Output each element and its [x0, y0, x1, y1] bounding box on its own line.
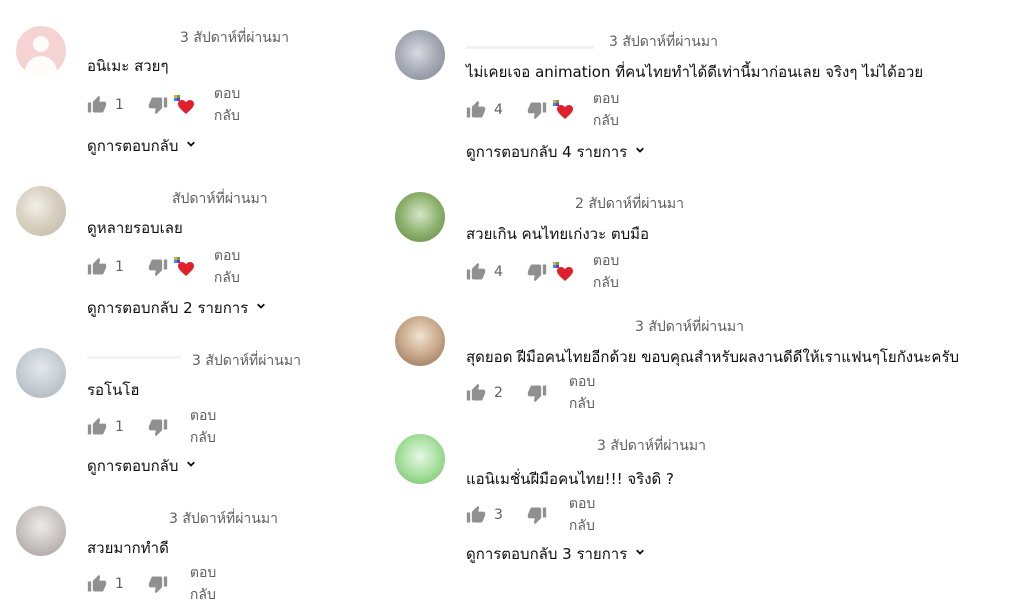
- comment-text: แอนิเมชั่นฝีมือคนไทย!!! จริงดิ ?: [466, 470, 675, 488]
- chevron-down-icon: [633, 143, 647, 161]
- reply-button[interactable]: ตอบกลับ: [569, 493, 595, 537]
- comment-actions: 2 ตอบกลับ: [466, 374, 595, 412]
- comment-text: สวยมากทำดี: [87, 539, 169, 557]
- chevron-down-icon: [184, 137, 198, 155]
- comment-actions: 4 ตอบกลับ: [466, 91, 619, 129]
- comment-timestamp[interactable]: 3 สัปดาห์ที่ผ่านมา: [609, 31, 718, 53]
- view-replies-button[interactable]: ดูการตอบกลับ 3 รายการ: [466, 542, 647, 566]
- comment-actions: 1 ตอบกลับ: [87, 408, 216, 446]
- view-replies-button[interactable]: ดูการตอบกลับ 2 รายการ: [87, 296, 268, 320]
- redacted-username: [466, 46, 594, 49]
- comment-text: ดูหลายรอบเลย: [87, 219, 183, 237]
- reply-button[interactable]: ตอบกลับ: [190, 562, 216, 606]
- view-replies-label: ดูการตอบกลับ: [87, 137, 179, 155]
- reply-button[interactable]: ตอบกลับ: [214, 245, 240, 289]
- avatar[interactable]: [395, 434, 445, 484]
- thumbs-up-icon[interactable]: [466, 383, 486, 403]
- comment-text: ไม่เคยเจอ animation ที่คนไทยทำได้ดีเท่าน…: [466, 63, 924, 81]
- thumbs-up-icon[interactable]: [466, 262, 486, 282]
- thumbs-up-icon[interactable]: [87, 417, 107, 437]
- view-replies-label: ดูการตอบกลับ 3 รายการ: [466, 545, 628, 563]
- thumbs-down-icon[interactable]: [148, 574, 168, 594]
- thumbs-down-icon[interactable]: [527, 262, 547, 282]
- view-replies-label: ดูการตอบกลับ: [87, 457, 179, 475]
- like-count: 1: [115, 259, 124, 275]
- thumbs-down-icon[interactable]: [527, 505, 547, 525]
- reply-button[interactable]: ตอบกลับ: [593, 250, 619, 294]
- thumbs-up-icon[interactable]: [87, 95, 107, 115]
- thumbs-up-icon[interactable]: [466, 100, 486, 120]
- thumbs-down-icon[interactable]: [527, 100, 547, 120]
- chevron-down-icon: [184, 457, 198, 475]
- avatar[interactable]: [395, 316, 445, 366]
- creator-heart-icon: [551, 260, 575, 284]
- comment-timestamp[interactable]: 3 สัปดาห์ที่ผ่านมา: [169, 508, 278, 530]
- avatar[interactable]: [395, 30, 445, 80]
- thumbs-down-icon[interactable]: [148, 417, 168, 437]
- reply-button[interactable]: ตอบกลับ: [593, 88, 619, 132]
- thumbs-down-icon[interactable]: [527, 383, 547, 403]
- avatar[interactable]: [16, 26, 66, 76]
- comment-actions: 1 ตอบกลับ: [87, 86, 240, 124]
- like-count: 2: [494, 385, 503, 401]
- comment-actions: 1 ตอบกลับ: [87, 248, 240, 286]
- creator-heart-icon: [172, 255, 196, 279]
- like-count: 4: [494, 264, 503, 280]
- comment-timestamp[interactable]: 3 สัปดาห์ที่ผ่านมา: [635, 316, 744, 338]
- reply-button[interactable]: ตอบกลับ: [214, 83, 240, 127]
- creator-heart-icon: [172, 93, 196, 117]
- thumbs-down-icon[interactable]: [148, 257, 168, 277]
- thumbs-up-icon[interactable]: [87, 257, 107, 277]
- comment-actions: 1 ตอบกลับ: [87, 565, 216, 603]
- creator-heart-icon: [551, 98, 575, 122]
- like-count: 1: [115, 576, 124, 592]
- like-count: 1: [115, 97, 124, 113]
- view-replies-button[interactable]: ดูการตอบกลับ 4 รายการ: [466, 140, 647, 164]
- comment-timestamp[interactable]: 3 สัปดาห์ที่ผ่านมา: [597, 435, 706, 457]
- comment-timestamp[interactable]: 3 สัปดาห์ที่ผ่านมา: [192, 350, 301, 372]
- avatar[interactable]: [395, 192, 445, 242]
- chevron-down-icon: [254, 299, 268, 317]
- comment-timestamp[interactable]: 3 สัปดาห์ที่ผ่านมา: [180, 27, 289, 49]
- comment-actions: 4 ตอบกลับ: [466, 253, 619, 291]
- comment-text: รอโนโฮ: [87, 381, 140, 399]
- like-count: 1: [115, 419, 124, 435]
- reply-button[interactable]: ตอบกลับ: [190, 405, 216, 449]
- thumbs-up-icon[interactable]: [466, 505, 486, 525]
- avatar[interactable]: [16, 348, 66, 398]
- thumbs-up-icon[interactable]: [87, 574, 107, 594]
- view-replies-button[interactable]: ดูการตอบกลับ: [87, 454, 198, 478]
- chevron-down-icon: [633, 545, 647, 563]
- view-replies-button[interactable]: ดูการตอบกลับ: [87, 134, 198, 158]
- view-replies-label: ดูการตอบกลับ 2 รายการ: [87, 299, 249, 317]
- avatar[interactable]: [16, 506, 66, 556]
- comment-text: อนิเมะ สวยๆ: [87, 57, 169, 75]
- comment-actions: 3 ตอบกลับ: [466, 496, 595, 534]
- avatar[interactable]: [16, 186, 66, 236]
- comment-timestamp[interactable]: สัปดาห์ที่ผ่านมา: [172, 188, 268, 210]
- like-count: 3: [494, 507, 503, 523]
- comment-text: สุดยอด ฝีมือคนไทยอีกด้วย ขอบคุณสำหรับผลง…: [466, 348, 960, 366]
- comment-text: สวยเกิน คนไทยเก่งวะ ตบมือ: [466, 225, 650, 243]
- comment-timestamp[interactable]: 2 สัปดาห์ที่ผ่านมา: [575, 193, 684, 215]
- view-replies-label: ดูการตอบกลับ 4 รายการ: [466, 143, 628, 161]
- like-count: 4: [494, 102, 503, 118]
- thumbs-down-icon[interactable]: [148, 95, 168, 115]
- reply-button[interactable]: ตอบกลับ: [569, 371, 595, 415]
- redacted-username: [87, 356, 181, 359]
